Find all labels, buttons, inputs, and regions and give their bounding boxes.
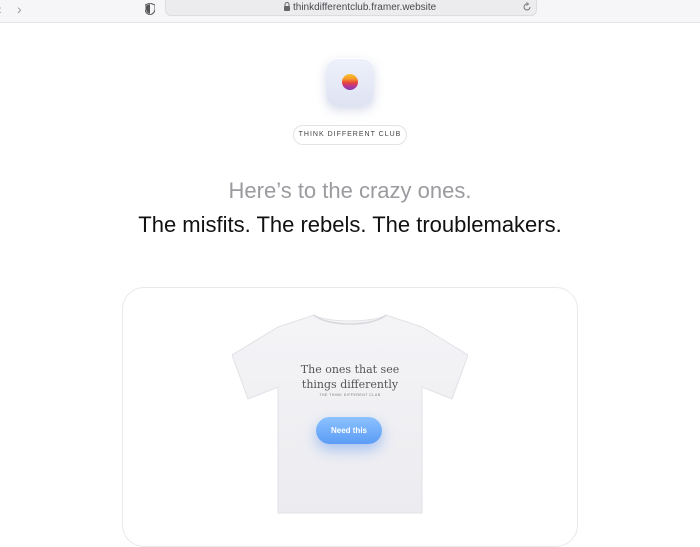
club-badge: THINK DIFFERENT CLUB xyxy=(293,125,407,145)
headline-muted: Here’s to the crazy ones. xyxy=(228,178,472,203)
browser-toolbar: ‹ › thinkdifferentclub.framer.website xyxy=(0,0,700,23)
url-text: thinkdifferentclub.framer.website xyxy=(293,2,437,13)
chevron-left-icon[interactable]: ‹ xyxy=(0,1,2,17)
rainbow-orb-icon xyxy=(342,74,358,90)
address-bar[interactable]: thinkdifferentclub.framer.website xyxy=(165,0,537,16)
lock-icon xyxy=(284,2,290,11)
need-this-button[interactable]: Need this xyxy=(316,417,382,444)
shirt-print-text: The ones that see things differently xyxy=(300,363,400,391)
chevron-right-icon[interactable]: › xyxy=(17,1,22,17)
reload-icon[interactable] xyxy=(522,2,532,12)
tshirt-image xyxy=(232,314,468,514)
shield-icon[interactable] xyxy=(145,3,155,15)
headline-main: The misfits. The rebels. The troublemake… xyxy=(138,212,562,237)
shirt-print-caption: THE THINK DIFFERENT CLUB xyxy=(319,393,381,397)
app-logo xyxy=(326,58,374,106)
